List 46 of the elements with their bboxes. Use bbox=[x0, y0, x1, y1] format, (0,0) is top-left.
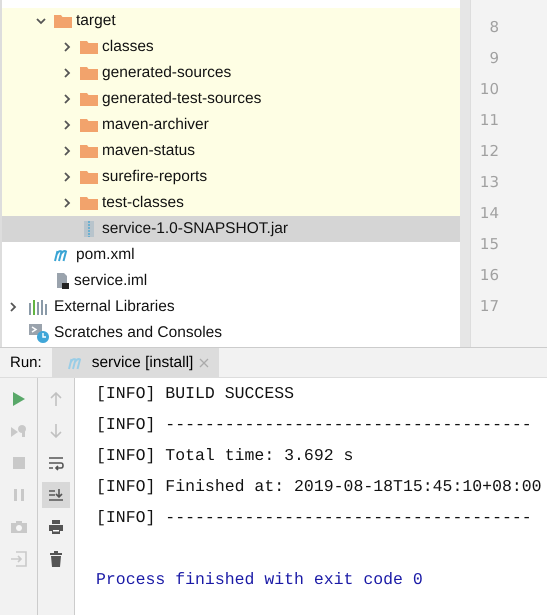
line-number: 14 bbox=[478, 203, 499, 224]
folder-icon bbox=[80, 118, 98, 132]
tree-item[interactable]: classes bbox=[102, 38, 154, 56]
line-number: 13 bbox=[478, 172, 499, 193]
line-number: 15 bbox=[478, 234, 499, 255]
line-number: 17 bbox=[478, 296, 499, 317]
folder-icon bbox=[80, 196, 98, 210]
scrollbar[interactable] bbox=[460, 0, 470, 347]
scratch-icon bbox=[28, 323, 50, 343]
line-number: 10 bbox=[478, 79, 499, 100]
folder-icon bbox=[80, 40, 98, 54]
tree-item[interactable]: maven-status bbox=[102, 142, 196, 160]
line-number: 12 bbox=[478, 141, 499, 162]
folder-icon bbox=[80, 66, 98, 80]
line-number: 8 bbox=[488, 17, 499, 38]
line-number: 11 bbox=[478, 110, 499, 131]
tree-item[interactable]: target bbox=[76, 12, 116, 30]
console-line: [INFO] BUILD SUCCESS bbox=[96, 383, 296, 405]
folder-icon bbox=[80, 92, 98, 106]
tree-item[interactable]: pom.xml bbox=[76, 246, 135, 264]
tree-item[interactable]: External Libraries bbox=[54, 298, 175, 316]
console-line: [INFO] Total time: 3.692 s bbox=[96, 445, 354, 467]
printer-icon[interactable] bbox=[48, 519, 64, 535]
soft-wrap-icon[interactable] bbox=[48, 455, 64, 471]
console-line: [INFO] ------------------------------------- bbox=[96, 507, 533, 529]
run-tab[interactable]: service [install] bbox=[52, 348, 220, 377]
console-line: Process finished with exit code 0 bbox=[96, 569, 424, 591]
panel-title: Run: bbox=[9, 354, 43, 371]
tree-item[interactable]: generated-sources bbox=[102, 64, 232, 82]
folder-icon bbox=[80, 170, 98, 184]
tree-item[interactable]: service.iml bbox=[74, 272, 148, 290]
run-icon[interactable] bbox=[12, 391, 26, 407]
tree-item[interactable]: test-classes bbox=[102, 194, 184, 212]
trash-icon[interactable] bbox=[49, 551, 63, 567]
console-line: [INFO] ------------------------------------- bbox=[96, 414, 533, 436]
folder-icon bbox=[80, 144, 98, 158]
scroll-to-end-icon[interactable] bbox=[48, 487, 64, 503]
folder-icon bbox=[54, 14, 72, 28]
tree-item[interactable]: maven-archiver bbox=[102, 116, 209, 134]
console-line: [INFO] Finished at: 2019-08-18T15:45:10+08:00 bbox=[96, 476, 543, 498]
tree-item[interactable]: Scratches and Consoles bbox=[54, 324, 222, 342]
line-number: 16 bbox=[478, 265, 499, 286]
tree-item[interactable]: surefire-reports bbox=[102, 168, 208, 186]
file-icon bbox=[54, 272, 70, 290]
line-number: 9 bbox=[488, 48, 499, 69]
library-icon bbox=[28, 299, 50, 315]
